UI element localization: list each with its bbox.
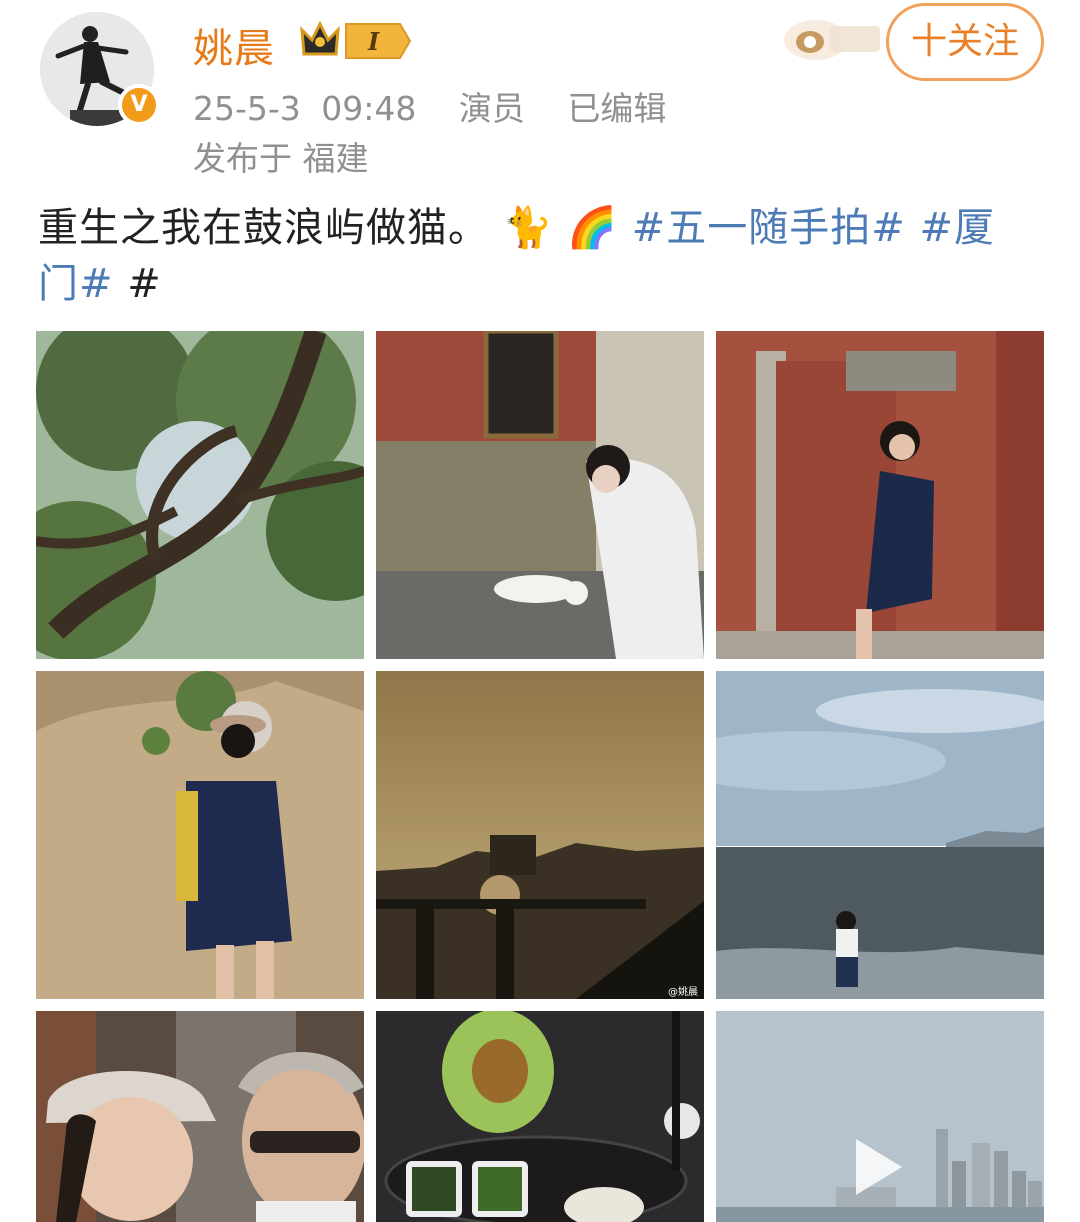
hashtag-wuyi[interactable]: #五一随手拍# <box>632 205 906 251</box>
crown-icon: I <box>300 20 412 59</box>
photo-brick-pillar[interactable] <box>716 331 1044 659</box>
post-header: V 姚晨 I 25-5-3 09:48 演员 已编辑 发布于 福建 十关注 <box>0 0 1080 190</box>
photo-rock-wall[interactable] <box>36 671 364 999</box>
rainbow-emoji-icon: 🌈 <box>567 205 619 251</box>
vip-level: I <box>367 27 380 56</box>
follow-button[interactable]: 十关注 <box>886 3 1044 81</box>
post-body: 重生之我在鼓浪屿做猫。 🐈 🌈 #五一随手拍# #厦门# # <box>38 200 1048 312</box>
author-role: 演员 <box>458 89 525 128</box>
event-logo-icon <box>784 20 880 60</box>
photo-watermark: @姚晨 <box>668 985 698 998</box>
photo-skyline-video[interactable] <box>716 1011 1044 1222</box>
verified-icon: V <box>118 84 160 126</box>
play-icon[interactable] <box>856 1139 902 1195</box>
cat-emoji-icon: 🐈 <box>502 205 554 251</box>
photo-sunset[interactable]: @姚晨 <box>376 671 704 999</box>
photo-selfie[interactable] <box>36 1011 364 1222</box>
photo-grid: @姚晨 <box>36 331 1044 1222</box>
edited-label[interactable]: 已编辑 <box>567 89 666 128</box>
post-text-main: 重生之我在鼓浪屿做猫。 <box>38 205 489 251</box>
post-meta: 25-5-3 09:48 演员 已编辑 <box>193 82 688 130</box>
photo-food[interactable] <box>376 1011 704 1222</box>
photo-sea[interactable] <box>716 671 1044 999</box>
photo-cat[interactable] <box>376 331 704 659</box>
hashtag-xiamen-part2[interactable]: 门# <box>38 261 114 307</box>
username[interactable]: 姚晨 <box>193 16 275 74</box>
post-timestamp: 25-5-3 09:48 <box>193 89 417 128</box>
hashtag-empty[interactable]: # <box>127 261 162 307</box>
photo-tree[interactable] <box>36 331 364 659</box>
post-location: 发布于 福建 <box>193 139 369 178</box>
hashtag-xiamen-part1[interactable]: #厦 <box>920 205 996 251</box>
